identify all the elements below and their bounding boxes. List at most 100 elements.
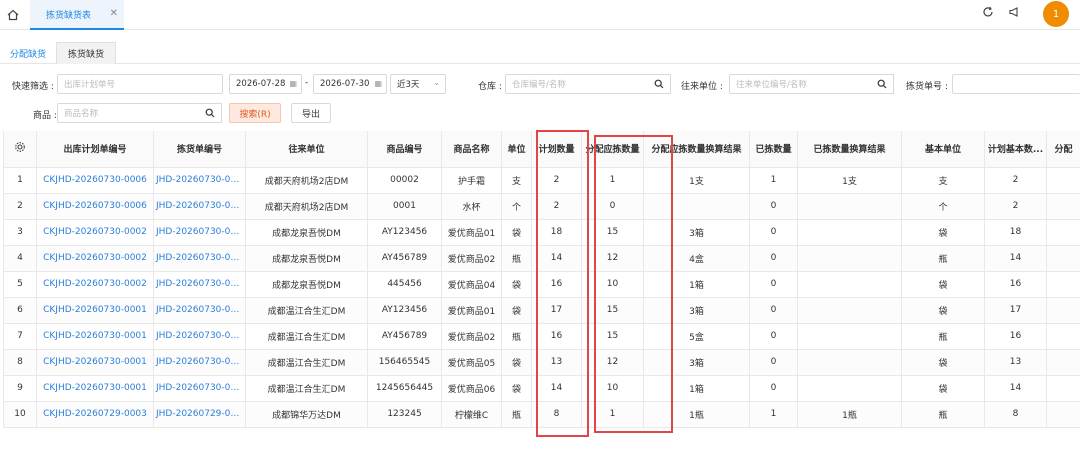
- end-date-input[interactable]: 2026-07-30 ▦: [313, 74, 387, 94]
- table-row[interactable]: 1 CKJHD-20260730-0006 JHD-20260730-00... 成都…: [3, 167, 1080, 194]
- search-button[interactable]: 搜索(R): [229, 103, 281, 123]
- plan-base-qty-cell: 2: [984, 167, 1047, 194]
- pick-no-cell[interactable]: JHD-20260730-00...: [153, 219, 246, 246]
- plan-no-cell[interactable]: CKJHD-20260729-0003: [36, 401, 154, 428]
- alloc-qty-cell: 15: [581, 297, 644, 324]
- avatar[interactable]: 1: [1043, 1, 1069, 27]
- picked-qty-cell: 0: [749, 375, 798, 402]
- row-index: 10: [3, 401, 37, 428]
- col-header-goods-code[interactable]: 商品编号: [367, 131, 442, 168]
- pick-no-cell[interactable]: JHD-20260730-00...: [153, 245, 246, 272]
- goods-code-cell: 156465545: [367, 349, 442, 376]
- unit-cell: 袋: [501, 375, 532, 402]
- export-button[interactable]: 导出: [291, 103, 331, 123]
- table-header-row: 出库计划单编号 拣货单编号 往来单位 商品编号 商品名称 单位 计划数量 分配应…: [3, 131, 1080, 168]
- plan-no-cell[interactable]: CKJHD-20260730-0001: [36, 297, 154, 324]
- alloc-qty-cell: 0: [581, 193, 644, 220]
- col-header-picked-conv[interactable]: 已拣数量换算结果: [797, 131, 902, 168]
- home-icon[interactable]: [0, 0, 26, 30]
- picked-conv-cell: 1瓶: [797, 401, 902, 428]
- picked-qty-cell: 0: [749, 219, 798, 246]
- table-row[interactable]: 8 CKJHD-20260730-0001 JHD-20260730-00... 成都…: [3, 349, 1080, 376]
- pick-no-cell[interactable]: JHD-20260730-00...: [153, 323, 246, 350]
- table-row[interactable]: 6 CKJHD-20260730-0001 JHD-20260730-00... 成都…: [3, 297, 1080, 324]
- picked-qty-cell: 0: [749, 349, 798, 376]
- plan-no-input[interactable]: 出库计划单号: [57, 74, 223, 94]
- plan-no-cell[interactable]: CKJHD-20260730-0002: [36, 271, 154, 298]
- pick-no-cell[interactable]: JHD-20260730-00...: [153, 297, 246, 324]
- picked-qty-cell: 0: [749, 323, 798, 350]
- table-row[interactable]: 7 CKJHD-20260730-0001 JHD-20260730-00... 成都…: [3, 323, 1080, 350]
- col-header-plan-base-qty[interactable]: 计划基本数...: [984, 131, 1047, 168]
- goods-name-cell: 爱优商品04: [441, 271, 502, 298]
- plan-qty-cell: 16: [531, 271, 582, 298]
- pick-no-cell[interactable]: JHD-20260730-00...: [153, 193, 246, 220]
- alloc-cell: [1046, 193, 1080, 220]
- gear-icon[interactable]: [14, 142, 26, 156]
- pick-no-cell[interactable]: JHD-20260730-00...: [153, 271, 246, 298]
- top-tab-bar: 拣货缺货表 ✕ 1: [0, 0, 1080, 30]
- table-row[interactable]: 5 CKJHD-20260730-0002 JHD-20260730-00... 成都…: [3, 271, 1080, 298]
- goods-name-cell: 爱优商品06: [441, 375, 502, 402]
- tab-allocation-shortage[interactable]: 分配缺货: [4, 42, 52, 64]
- alloc-cell: [1046, 401, 1080, 428]
- col-header-alloc-conv[interactable]: 分配应拣数量换算结果: [643, 131, 750, 168]
- col-header-alloc[interactable]: 分配: [1046, 131, 1080, 168]
- announcement-icon[interactable]: [1008, 6, 1020, 21]
- alloc-conv-cell: [643, 193, 750, 220]
- table-row[interactable]: 3 CKJHD-20260730-0002 JHD-20260730-00... 成都…: [3, 219, 1080, 246]
- partner-input[interactable]: 往来单位编号/名称: [729, 74, 871, 94]
- col-header-plan-no[interactable]: 出库计划单编号: [36, 131, 154, 168]
- col-header-pick-no[interactable]: 拣货单编号: [153, 131, 246, 168]
- pick-no-cell[interactable]: JHD-20260729-00...: [153, 401, 246, 428]
- plan-no-cell[interactable]: CKJHD-20260730-0001: [36, 375, 154, 402]
- warehouse-input[interactable]: 仓库编号/名称: [505, 74, 648, 94]
- col-header-picked-qty[interactable]: 已拣数量: [749, 131, 798, 168]
- alloc-cell: [1046, 271, 1080, 298]
- alloc-conv-cell: 1箱: [643, 375, 750, 402]
- pick-no-cell[interactable]: JHD-20260730-00...: [153, 349, 246, 376]
- col-header-unit[interactable]: 单位: [501, 131, 532, 168]
- col-header-goods-name[interactable]: 商品名称: [441, 131, 502, 168]
- date-range-select[interactable]: 近3天 ⌄: [390, 74, 446, 94]
- col-header-base-unit[interactable]: 基本单位: [901, 131, 985, 168]
- pick-no-cell[interactable]: JHD-20260730-00...: [153, 167, 246, 194]
- table-row[interactable]: 9 CKJHD-20260730-0001 JHD-20260730-00... 成都…: [3, 375, 1080, 402]
- pick-no-cell[interactable]: JHD-20260730-00...: [153, 375, 246, 402]
- plan-no-cell[interactable]: CKJHD-20260730-0001: [36, 323, 154, 350]
- shortage-table: 出库计划单编号 拣货单编号 往来单位 商品编号 商品名称 单位 计划数量 分配应…: [3, 131, 1080, 428]
- tab-picking-shortage[interactable]: 拣货缺货: [56, 42, 116, 64]
- plan-no-cell[interactable]: CKJHD-20260730-0006: [36, 167, 154, 194]
- col-header-alloc-qty[interactable]: 分配应拣数量: [581, 131, 644, 168]
- column-settings[interactable]: [3, 131, 37, 168]
- plan-no-cell[interactable]: CKJHD-20260730-0002: [36, 245, 154, 272]
- search-icon[interactable]: [198, 103, 222, 123]
- refresh-icon[interactable]: [982, 6, 994, 21]
- table-row[interactable]: 2 CKJHD-20260730-0006 JHD-20260730-00... 成都…: [3, 193, 1080, 220]
- col-header-partner[interactable]: 往来单位: [245, 131, 368, 168]
- search-icon[interactable]: [647, 74, 671, 94]
- unit-cell: 袋: [501, 271, 532, 298]
- picked-conv-cell: 1支: [797, 167, 902, 194]
- table-row[interactable]: 4 CKJHD-20260730-0002 JHD-20260730-00... 成都…: [3, 245, 1080, 272]
- tab-pick-shortage-report[interactable]: 拣货缺货表 ✕: [30, 0, 124, 30]
- pick-no-input[interactable]: [952, 74, 1080, 94]
- picked-conv-cell: [797, 297, 902, 324]
- alloc-qty-cell: 15: [581, 323, 644, 350]
- base-unit-cell: 袋: [901, 375, 985, 402]
- table-row[interactable]: 10 CKJHD-20260729-0003 JHD-20260729-00... 成…: [3, 401, 1080, 428]
- plan-qty-cell: 14: [531, 375, 582, 402]
- picked-qty-cell: 1: [749, 167, 798, 194]
- close-icon[interactable]: ✕: [110, 8, 118, 19]
- start-date-input[interactable]: 2026-07-28 ▦: [229, 74, 302, 94]
- calendar-icon: ▦: [374, 79, 382, 88]
- col-header-plan-qty[interactable]: 计划数量: [531, 131, 582, 168]
- goods-name-cell: 柠檬维C: [441, 401, 502, 428]
- search-icon[interactable]: [870, 74, 894, 94]
- goods-input[interactable]: 商品名称: [57, 103, 199, 123]
- plan-no-cell[interactable]: CKJHD-20260730-0002: [36, 219, 154, 246]
- partner-cell: 成都锦华万达DM: [245, 401, 368, 428]
- plan-no-cell[interactable]: CKJHD-20260730-0001: [36, 349, 154, 376]
- alloc-conv-cell: 5盒: [643, 323, 750, 350]
- plan-no-cell[interactable]: CKJHD-20260730-0006: [36, 193, 154, 220]
